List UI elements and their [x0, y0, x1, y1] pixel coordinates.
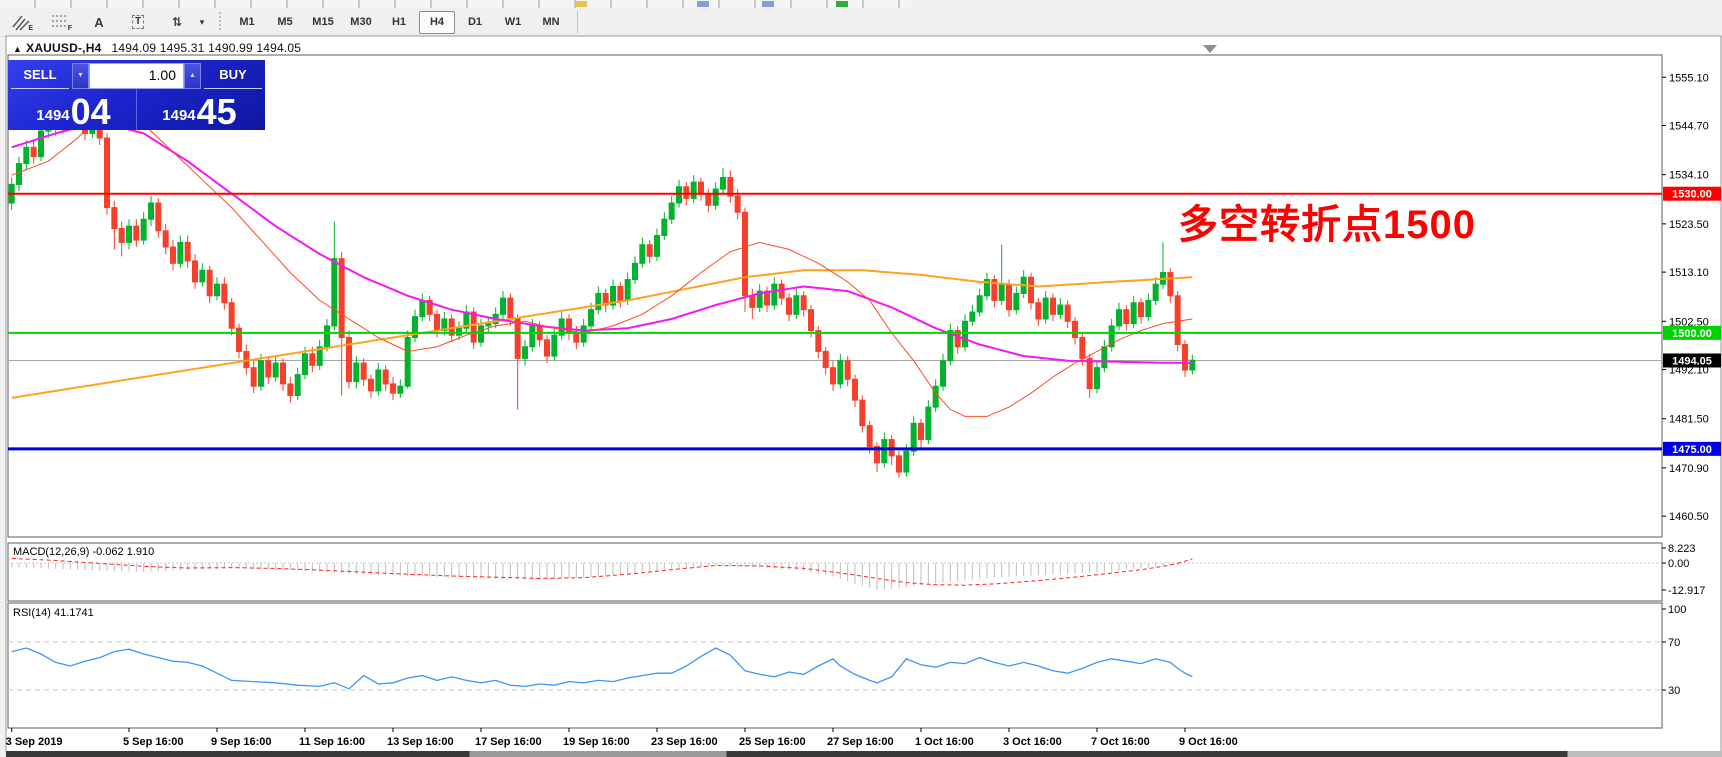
svg-text:25 Sep 16:00: 25 Sep 16:00	[739, 736, 806, 748]
svg-text:17 Sep 16:00: 17 Sep 16:00	[475, 736, 542, 748]
svg-text:1470.90: 1470.90	[1669, 463, 1709, 475]
svg-text:1513.10: 1513.10	[1669, 267, 1709, 279]
svg-text:1492.10: 1492.10	[1669, 365, 1709, 377]
chart-annotation-text: 多空转折点1500	[1178, 192, 1476, 250]
svg-text:1475.00: 1475.00	[1672, 444, 1712, 456]
svg-text:19 Sep 16:00: 19 Sep 16:00	[563, 736, 630, 748]
volume-stepper: ▼ 1.00 ▲	[72, 63, 201, 89]
svg-text:1 Oct 16:00: 1 Oct 16:00	[915, 736, 974, 748]
svg-text:100: 100	[1668, 604, 1686, 616]
symbol-ohlc-bar: ▲ XAUUSD-,H4 1494.09 1495.31 1490.99 1494.…	[13, 41, 301, 55]
sell-price-big: 04	[71, 96, 111, 128]
macd-label: MACD(12,26,9) -0.062 1.910	[13, 546, 154, 558]
ohlc-values: 1494.09 1495.31 1490.99 1494.05	[111, 41, 301, 55]
svg-text:7 Oct 16:00: 7 Oct 16:00	[1091, 736, 1150, 748]
sell-button[interactable]: SELL	[11, 63, 69, 89]
svg-text:1534.10: 1534.10	[1669, 170, 1709, 182]
sell-price-small: 1494	[36, 107, 69, 124]
svg-text:1523.50: 1523.50	[1669, 219, 1709, 231]
collapse-triangle-icon[interactable]: ▲	[13, 44, 22, 54]
svg-text:70: 70	[1668, 637, 1680, 649]
svg-text:11 Sep 16:00: 11 Sep 16:00	[299, 736, 365, 748]
svg-text:9 Oct 16:00: 9 Oct 16:00	[1179, 736, 1238, 748]
svg-text:30: 30	[1668, 685, 1680, 697]
rsi-label: RSI(14) 41.1741	[13, 607, 94, 619]
buy-button[interactable]: BUY	[204, 63, 262, 89]
symbol-name: XAUUSD-,H4	[26, 41, 101, 55]
chart-frames	[6, 36, 1721, 752]
svg-text:27 Sep 16:00: 27 Sep 16:00	[827, 736, 894, 748]
horizontal-scrollbar[interactable]	[6, 751, 1722, 757]
sell-price[interactable]: 1494 04	[11, 89, 137, 130]
svg-text:1460.50: 1460.50	[1669, 511, 1709, 523]
svg-text:13 Sep 16:00: 13 Sep 16:00	[387, 736, 454, 748]
svg-text:1481.50: 1481.50	[1669, 414, 1709, 426]
svg-text:1502.50: 1502.50	[1669, 316, 1709, 328]
svg-text:-12.917: -12.917	[1668, 585, 1705, 597]
buy-price-big: 45	[197, 96, 237, 128]
svg-text:9 Sep 16:00: 9 Sep 16:00	[211, 736, 272, 748]
svg-text:0.00: 0.00	[1668, 558, 1689, 570]
svg-text:1500.00: 1500.00	[1672, 328, 1712, 340]
volume-input[interactable]: 1.00	[89, 63, 184, 89]
svg-text:3 Sep 2019: 3 Sep 2019	[6, 736, 63, 748]
svg-text:1555.10: 1555.10	[1669, 72, 1709, 84]
volume-up-icon[interactable]: ▲	[184, 63, 201, 89]
svg-text:8.223: 8.223	[1668, 543, 1696, 555]
svg-text:1530.00: 1530.00	[1672, 189, 1712, 201]
svg-text:3 Oct 16:00: 3 Oct 16:00	[1003, 736, 1062, 748]
buy-price[interactable]: 1494 45	[137, 89, 262, 130]
one-click-trading-panel: SELL ▼ 1.00 ▲ BUY 1494 04 1494 45	[8, 60, 265, 130]
buy-price-small: 1494	[162, 107, 195, 124]
svg-text:1544.70: 1544.70	[1669, 121, 1709, 133]
svg-text:23 Sep 16:00: 23 Sep 16:00	[651, 736, 718, 748]
svg-text:5 Sep 16:00: 5 Sep 16:00	[123, 736, 184, 748]
volume-down-icon[interactable]: ▼	[72, 63, 89, 89]
